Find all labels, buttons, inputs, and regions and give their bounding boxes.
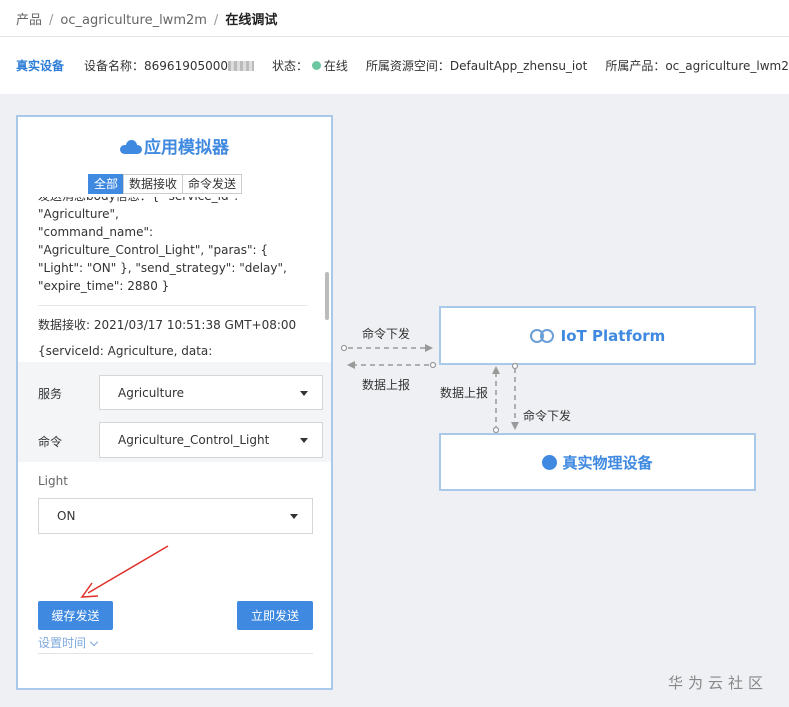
data-up-label-right: 数据上报: [440, 386, 489, 400]
connector-dot: [429, 361, 437, 369]
watermark: 华为云社区: [668, 674, 769, 692]
annotation-arrowhead: [80, 582, 99, 598]
arrowhead: [492, 366, 500, 374]
arrowhead: [347, 361, 355, 369]
arrowhead: [511, 422, 519, 430]
data-up-label-left: 数据上报: [362, 378, 411, 392]
connector-dot: [492, 426, 500, 434]
cmd-down-label-left: 命令下发: [362, 327, 411, 341]
connector-dot: [511, 362, 519, 370]
arrowhead: [425, 344, 433, 352]
annotation-arrow-line: [87, 545, 169, 594]
cmd-down-label-right: 命令下发: [523, 409, 572, 423]
flow-arrows: [80, 344, 519, 598]
connector-dot: [340, 344, 348, 352]
